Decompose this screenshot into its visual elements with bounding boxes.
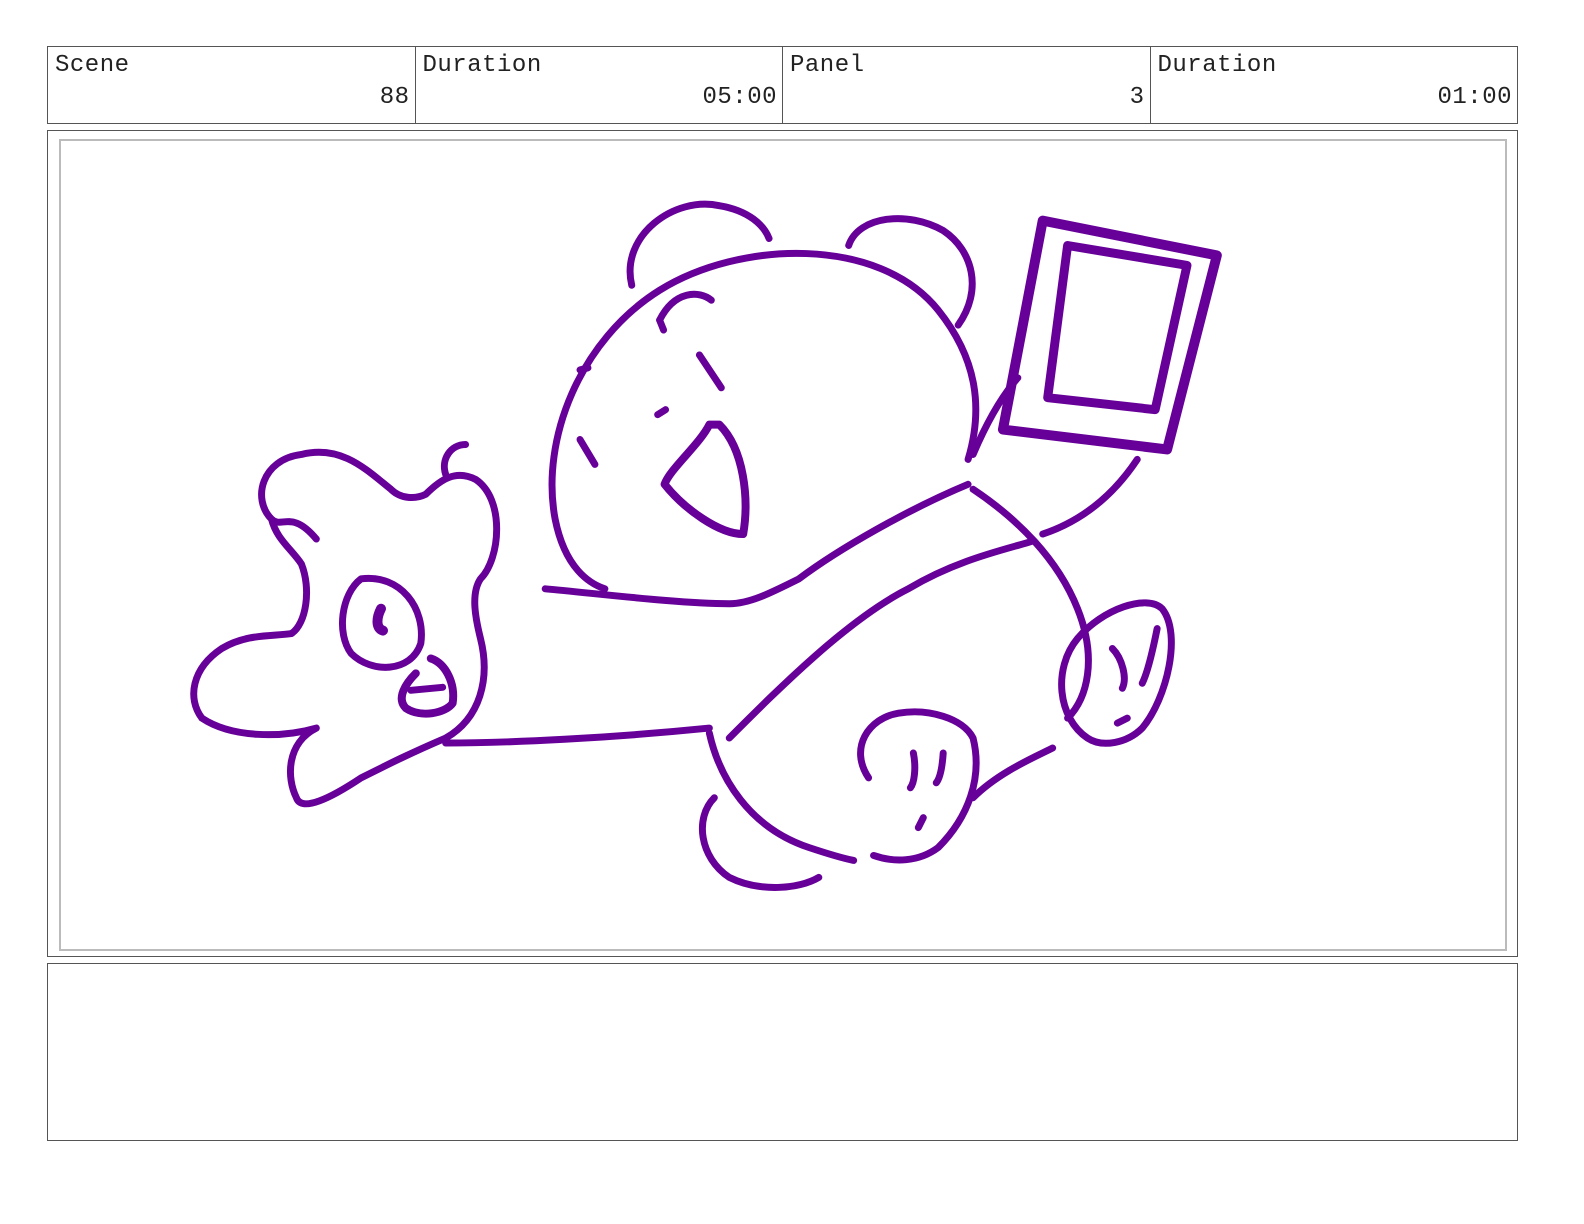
bear-belly-line <box>725 537 1037 742</box>
panel-number[interactable]: 3 <box>1130 84 1145 111</box>
scene-label: Scene <box>55 52 130 79</box>
small-bear-ear-right <box>441 441 470 478</box>
bear-right-ear <box>845 215 976 329</box>
photo-card-inner <box>1043 241 1192 415</box>
scene-cell: Scene 88 <box>48 47 416 123</box>
bear-mouth <box>660 420 750 539</box>
bear-eye-left <box>656 290 715 324</box>
bear-arm-lower <box>442 724 713 747</box>
panel-duration-cell: Duration 01:00 <box>1151 47 1518 123</box>
bear-cheek-mark <box>576 364 592 374</box>
panel-notes-area[interactable] <box>47 963 1518 1141</box>
panel-frame <box>47 130 1518 957</box>
scene-duration-value[interactable]: 05:00 <box>702 84 777 111</box>
panel-duration-value[interactable]: 01:00 <box>1437 84 1512 111</box>
panel-cell: Panel 3 <box>783 47 1151 123</box>
panel-duration-label: Duration <box>1157 52 1277 79</box>
scene-number[interactable]: 88 <box>380 84 410 111</box>
bear-leg-line <box>969 744 1057 802</box>
bear-cheek-left <box>576 436 599 468</box>
panel-label: Panel <box>790 52 865 79</box>
bear-arm-upper <box>541 480 972 608</box>
storyboard-header: Scene 88 Duration 05:00 Panel 3 Duration… <box>47 46 1518 124</box>
bear-eye-right <box>695 351 725 392</box>
bear-sketch-drawing <box>190 200 1222 891</box>
small-bear-pupil <box>372 603 388 636</box>
scene-duration-label: Duration <box>422 52 542 79</box>
bear-right-foot-toes <box>1108 625 1161 727</box>
bear-head <box>548 249 980 593</box>
bear-nose <box>654 406 670 419</box>
panel-safe-area[interactable] <box>59 139 1507 951</box>
bear-eye-left-lower <box>656 316 668 334</box>
bear-left-foot <box>857 708 980 864</box>
small-bear-mouth-line <box>407 683 447 694</box>
bear-left-foot-toes <box>906 749 947 832</box>
scene-duration-cell: Duration 05:00 <box>416 47 783 123</box>
